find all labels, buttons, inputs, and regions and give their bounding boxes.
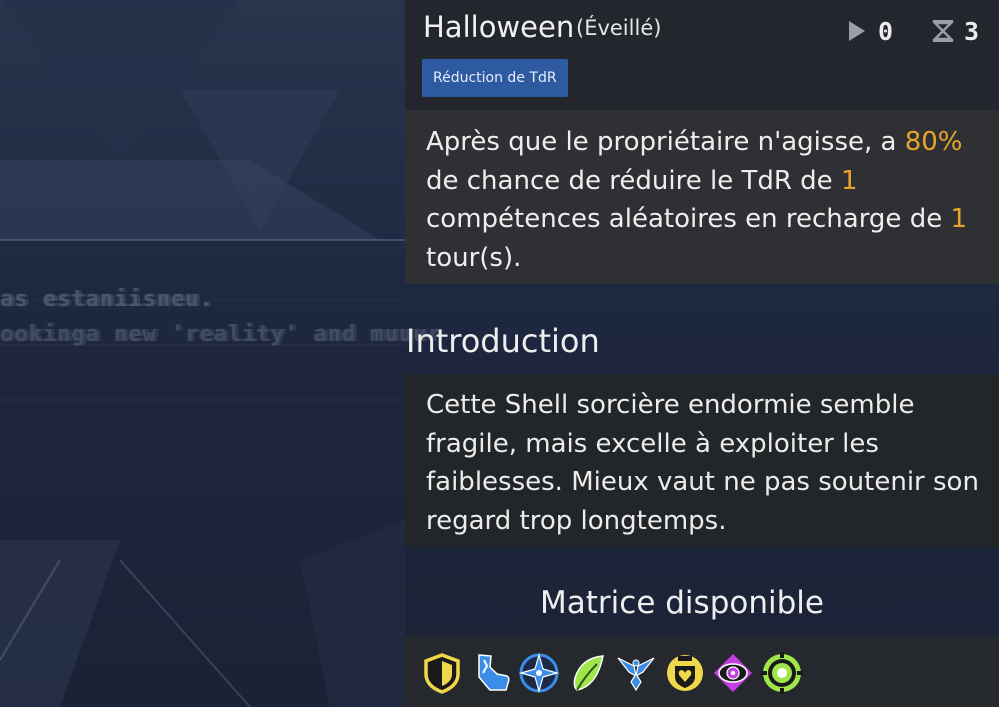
introduction-text: Cette Shell sorcière endormie semble fra… (426, 390, 979, 536)
skill-cooldown-stat: 3 (932, 14, 979, 48)
play-icon (849, 21, 865, 41)
skill-cost-value: 0 (878, 16, 894, 46)
wings-matrix-icon[interactable] (615, 652, 657, 694)
skill-cost-stat: 0 (848, 14, 893, 48)
skill-state: (Éveillé) (576, 16, 662, 40)
matrix-heading: Matrice disponible (540, 585, 824, 621)
chance-value: 80% (904, 127, 963, 157)
compass-star-matrix-icon[interactable] (518, 652, 560, 694)
skill-header: Halloween (Éveillé) Réduction de TdR 0 3 (405, 0, 999, 110)
heart-shield-matrix-icon[interactable] (664, 652, 706, 694)
skill-description: Après que le propriétaire n'agisse, a 80… (426, 127, 968, 273)
boot-matrix-icon[interactable] (470, 652, 512, 694)
skill-name: Halloween (423, 10, 575, 44)
shield-matrix-icon[interactable] (421, 652, 463, 694)
background-glitch-text: as estaniisneu. (0, 287, 214, 312)
leaf-matrix-icon[interactable] (567, 652, 609, 694)
introduction-heading: Introduction (406, 322, 600, 360)
introduction-panel: Cette Shell sorcière endormie semble fra… (405, 374, 999, 547)
count-value: 1 (840, 165, 858, 196)
hourglass-icon (932, 20, 954, 42)
skill-cooldown-value: 3 (964, 16, 980, 46)
matrix-icon-bar (405, 636, 999, 707)
turns-value: 1 (950, 204, 968, 234)
eye-matrix-icon[interactable] (712, 652, 754, 694)
skill-description-panel: Après que le propriétaire n'agisse, a 80… (405, 110, 999, 284)
target-matrix-icon[interactable] (761, 652, 803, 694)
background-glitch-text: ookinga new 'reality' and muuur (0, 322, 442, 347)
skill-detail-screen: as estaniisneu. ookinga new 'reality' an… (0, 0, 999, 707)
skill-tag-badge: Réduction de TdR (422, 59, 568, 97)
